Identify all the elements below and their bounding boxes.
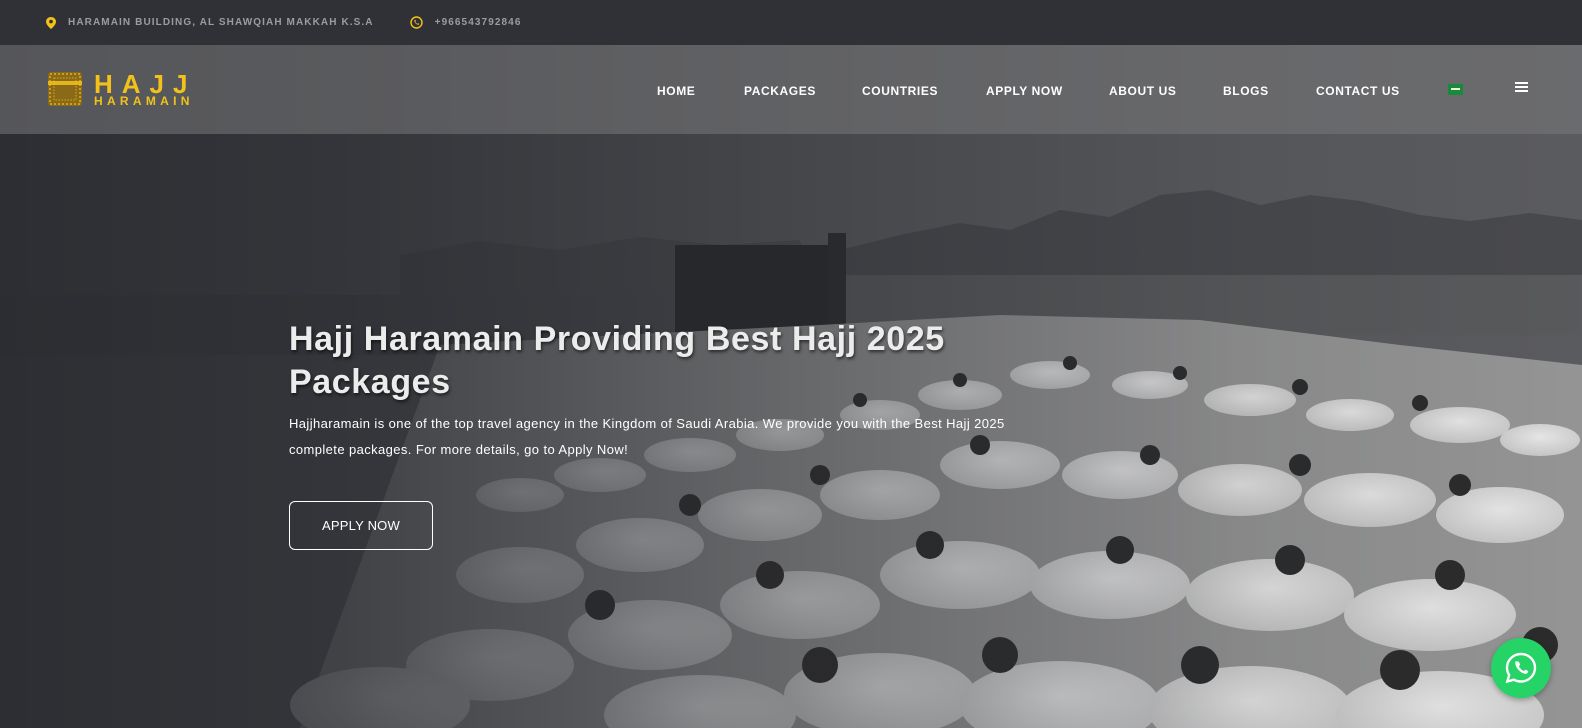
nav-blogs[interactable]: BLOGS xyxy=(1223,84,1269,98)
phone-text: +966543792846 xyxy=(434,17,522,28)
hamburger-icon[interactable] xyxy=(1515,82,1528,93)
map-pin-icon xyxy=(46,16,56,29)
whatsapp-icon xyxy=(409,16,423,29)
top-info-bar: HARAMAIN BUILDING, AL SHAWQIAH MAKKAH K.… xyxy=(0,0,1582,45)
whatsapp-float-button[interactable] xyxy=(1491,638,1551,698)
nav-apply-now[interactable]: APPLY NOW xyxy=(986,84,1063,98)
whatsapp-icon xyxy=(1505,652,1537,684)
brand-logo[interactable]: HAJJ HARAMAIN xyxy=(46,69,196,109)
nav-contact-us[interactable]: CONTACT US xyxy=(1316,84,1400,98)
phone-info[interactable]: +966543792846 xyxy=(409,16,522,29)
nav-about-us[interactable]: ABOUT US xyxy=(1109,84,1176,98)
kaaba-logo-icon xyxy=(48,72,82,106)
hero-description: Hajjharamain is one of the top travel ag… xyxy=(289,416,1005,457)
address-info: HARAMAIN BUILDING, AL SHAWQIAH MAKKAH K.… xyxy=(46,16,374,29)
address-text: HARAMAIN BUILDING, AL SHAWQIAH MAKKAH K.… xyxy=(68,17,374,28)
nav-countries[interactable]: COUNTRIES xyxy=(862,84,938,98)
saudi-flag-icon[interactable] xyxy=(1448,84,1463,95)
apply-now-button[interactable]: APPLY NOW xyxy=(289,501,433,550)
brand-name-line2: HARAMAIN xyxy=(94,94,194,108)
nav-packages[interactable]: PACKAGES xyxy=(744,84,816,98)
nav-home[interactable]: HOME xyxy=(657,84,695,98)
hero-headline: Hajj Haramain Providing Best Hajj 2025 P… xyxy=(289,320,945,401)
